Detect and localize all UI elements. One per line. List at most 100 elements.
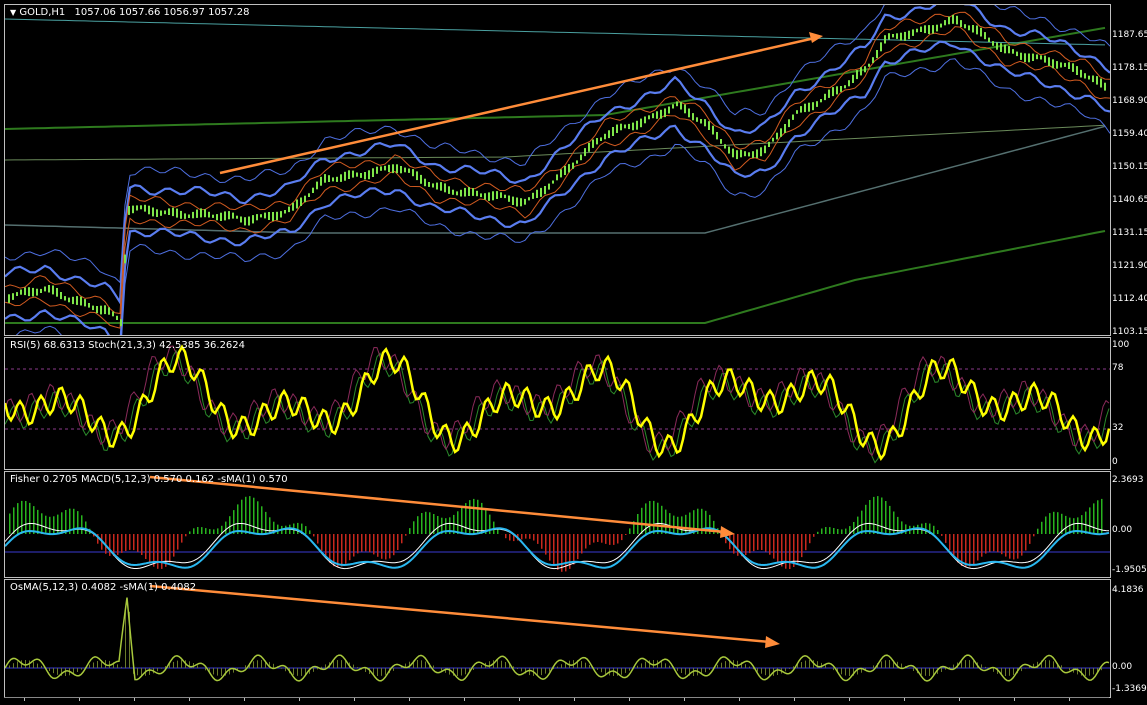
- candle: [704, 119, 706, 126]
- osma-histogram-bar: [417, 660, 418, 668]
- macd-histogram-bar: [49, 517, 51, 534]
- candle: [1092, 76, 1094, 83]
- candle: [44, 287, 46, 292]
- macd-histogram-bar: [245, 497, 247, 534]
- macd-histogram-bar: [141, 534, 143, 555]
- candle: [884, 35, 886, 43]
- candle: [204, 209, 206, 217]
- candle: [208, 212, 210, 218]
- candle: [520, 198, 522, 206]
- price-tick: 1178.15: [1112, 63, 1147, 73]
- price-tick: 1187.65: [1112, 30, 1147, 40]
- candle: [240, 217, 242, 223]
- candle: [172, 208, 174, 217]
- macd-histogram-bar: [857, 517, 859, 534]
- osma-histogram-bar: [25, 660, 26, 668]
- candle: [888, 33, 890, 39]
- macd-histogram-bar: [29, 503, 31, 534]
- candle: [852, 75, 854, 83]
- osma-histogram-bar: [381, 668, 382, 676]
- candle: [1028, 54, 1030, 63]
- candle: [176, 209, 178, 218]
- macd-histogram-bar: [425, 512, 427, 534]
- candle: [152, 208, 154, 217]
- osma-pane[interactable]: OsMA(5,12,3) 0.4082 -sMA(1) 0.4082: [4, 579, 1111, 698]
- candle: [524, 199, 526, 205]
- candle: [868, 64, 870, 67]
- candle: [256, 214, 258, 220]
- macd-histogram-bar: [1029, 534, 1031, 544]
- candle: [780, 128, 782, 137]
- macd-histogram-bar: [905, 524, 907, 534]
- macd-histogram-bar: [629, 528, 631, 534]
- candle: [672, 104, 674, 108]
- candle: [752, 151, 754, 158]
- osma-histogram-bar: [213, 668, 214, 674]
- candle: [944, 20, 946, 25]
- candle: [844, 85, 846, 88]
- triangle-down-icon[interactable]: ▼: [10, 8, 16, 17]
- osma-histogram-bar: [293, 668, 294, 675]
- time-axis-tick: [299, 698, 300, 701]
- macd-histogram-bar: [761, 534, 763, 550]
- candle: [244, 217, 246, 225]
- candle: [1020, 53, 1022, 60]
- price-tick: 1150.15: [1112, 162, 1147, 172]
- macd-canvas[interactable]: [5, 472, 1110, 577]
- candle: [768, 142, 770, 147]
- candle: [772, 138, 774, 142]
- macd-histogram-bar: [129, 534, 131, 550]
- osma-histogram-bar: [125, 609, 126, 668]
- macd-histogram-bar: [13, 507, 15, 534]
- osma-histogram-bar: [517, 668, 518, 669]
- osma-canvas[interactable]: [5, 580, 1110, 697]
- candle: [588, 143, 590, 152]
- macd-histogram-bar: [617, 534, 619, 544]
- price-chart-pane[interactable]: ▼ GOLD,H1 1057.06 1057.66 1056.97 1057.2…: [4, 4, 1111, 336]
- osma-histogram-bar: [765, 668, 766, 675]
- osma-histogram-bar: [505, 662, 506, 668]
- macd-pane[interactable]: Fisher 0.2705 MACD(5,12,3) 0.570 0.162 -…: [4, 471, 1111, 578]
- macd-histogram-bar: [801, 534, 803, 557]
- osma-histogram-bar: [489, 661, 490, 668]
- time-axis-tick: [24, 698, 25, 701]
- macd-histogram-bar: [377, 534, 379, 557]
- candle: [472, 188, 474, 196]
- price-chart-canvas[interactable]: [5, 5, 1110, 335]
- candle: [248, 217, 250, 226]
- macd-histogram-bar: [349, 534, 351, 560]
- osma-histogram-bar: [873, 665, 874, 668]
- macd-histogram-bar: [181, 534, 183, 543]
- rsi-stoch-pane[interactable]: RSI(5) 68.6313 Stoch(21,3,3) 42.5385 36.…: [4, 337, 1111, 470]
- osma-histogram-bar: [261, 660, 262, 668]
- candle: [696, 117, 698, 122]
- osma-histogram-bar: [637, 666, 638, 668]
- macd-histogram-bar: [365, 534, 367, 551]
- osma-histogram-bar: [1101, 668, 1102, 670]
- candle: [60, 292, 62, 299]
- candle: [1072, 63, 1074, 72]
- osma-histogram-bar: [841, 668, 842, 674]
- candle: [1036, 54, 1038, 59]
- candle: [360, 173, 362, 178]
- macd-histogram-bar: [473, 499, 475, 534]
- macd-histogram-bar: [965, 534, 967, 567]
- candle: [136, 205, 138, 210]
- osma-histogram-bar: [457, 668, 458, 676]
- candle: [260, 214, 262, 217]
- price-tick: 1168.90: [1112, 96, 1147, 106]
- macd-histogram-bar: [609, 534, 611, 545]
- osma-histogram-bar: [17, 661, 18, 668]
- macd-histogram-bar: [257, 501, 259, 534]
- osma-histogram-bar: [677, 668, 678, 671]
- osma-histogram-bar: [513, 666, 514, 668]
- candle: [732, 149, 734, 158]
- bollinger-band-line: [5, 5, 1110, 282]
- candle: [536, 190, 538, 198]
- candle: [664, 108, 666, 117]
- osma-histogram-bar: [889, 660, 890, 668]
- candle: [148, 206, 150, 215]
- candle: [340, 174, 342, 182]
- rsi-stoch-canvas[interactable]: [5, 338, 1110, 469]
- osma-histogram-bar: [205, 668, 206, 670]
